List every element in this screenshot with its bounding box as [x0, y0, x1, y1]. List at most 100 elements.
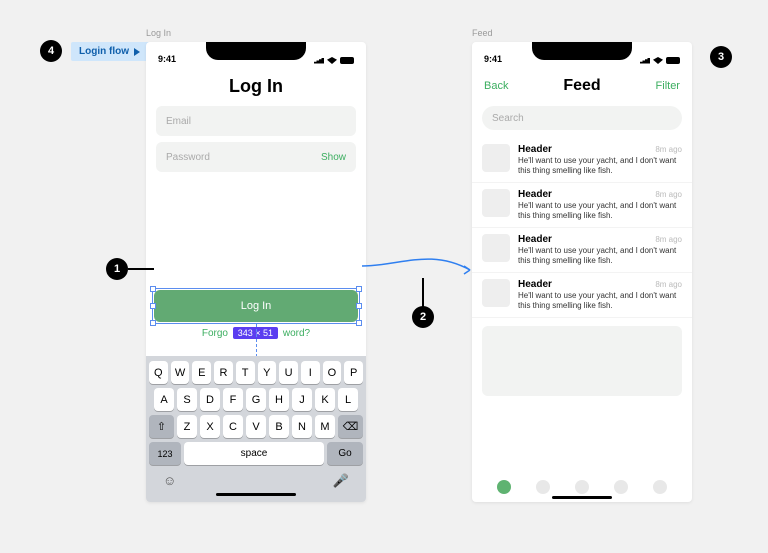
flow-tag[interactable]: Login flow — [71, 42, 150, 61]
tab-dot-4[interactable] — [614, 480, 628, 494]
key-t[interactable]: T — [236, 361, 255, 384]
frame-label-feed: Feed — [472, 28, 493, 38]
key-v[interactable]: V — [246, 415, 266, 438]
numbers-key[interactable]: 123 — [149, 442, 181, 465]
key-w[interactable]: W — [171, 361, 190, 384]
battery-icon — [340, 57, 354, 64]
tab-dot-2[interactable] — [536, 480, 550, 494]
login-button-label: Log In — [241, 300, 272, 312]
forgot-prefix: Forgo — [202, 328, 228, 339]
callout-1: 1 — [106, 258, 128, 280]
callout-4: 4 — [40, 40, 62, 62]
key-r[interactable]: R — [214, 361, 233, 384]
key-n[interactable]: N — [292, 415, 312, 438]
key-b[interactable]: B — [269, 415, 289, 438]
keyboard-row-2: ASDFGHJKL — [149, 388, 363, 411]
tab-bar — [472, 472, 692, 494]
key-u[interactable]: U — [279, 361, 298, 384]
key-e[interactable]: E — [192, 361, 211, 384]
frame-label-login: Log In — [146, 28, 171, 38]
feed-placeholder-card — [482, 326, 682, 396]
key-x[interactable]: X — [200, 415, 220, 438]
mic-icon[interactable]: 🎤 — [333, 473, 349, 489]
login-title: Log In — [229, 76, 283, 97]
feed-item-header: Header — [518, 189, 552, 200]
callout-2: 2 — [412, 306, 434, 328]
feed-search-field[interactable]: Search — [482, 106, 682, 130]
key-c[interactable]: C — [223, 415, 243, 438]
feed-list: Header 8m ago He'll want to use your yacht… — [472, 138, 692, 318]
callout-3: 3 — [710, 46, 732, 68]
key-s[interactable]: S — [177, 388, 197, 411]
status-time: 9:41 — [158, 54, 176, 64]
feed-item-header: Header — [518, 234, 552, 245]
tab-dot-1[interactable] — [497, 480, 511, 494]
battery-icon — [666, 57, 680, 64]
key-o[interactable]: O — [323, 361, 342, 384]
key-l[interactable]: L — [338, 388, 358, 411]
key-q[interactable]: Q — [149, 361, 168, 384]
space-key[interactable]: space — [184, 442, 324, 465]
keyboard-row-3: ⇧ ZXCVBNM ⌫ — [149, 415, 363, 438]
notch — [532, 42, 632, 60]
thumbnail — [482, 189, 510, 217]
resize-handle[interactable] — [150, 286, 156, 292]
status-time: 9:41 — [484, 54, 502, 64]
key-g[interactable]: G — [246, 388, 266, 411]
key-m[interactable]: M — [315, 415, 335, 438]
wifi-icon — [653, 57, 663, 64]
signal-icon — [314, 58, 324, 64]
home-indicator — [552, 496, 612, 499]
resize-handle[interactable] — [356, 286, 362, 292]
resize-handle[interactable] — [356, 320, 362, 326]
shift-key[interactable]: ⇧ — [149, 415, 174, 438]
forgot-suffix: word? — [283, 328, 310, 339]
tab-dot-3[interactable] — [575, 480, 589, 494]
feed-item-time: 8m ago — [655, 235, 682, 244]
feed-item-header: Header — [518, 279, 552, 290]
key-f[interactable]: F — [223, 388, 243, 411]
key-a[interactable]: A — [154, 388, 174, 411]
feed-item[interactable]: Header8m agoHe'll want to use your yacht… — [472, 273, 692, 318]
thumbnail — [482, 279, 510, 307]
key-h[interactable]: H — [269, 388, 289, 411]
signal-icon — [640, 58, 650, 64]
feed-item-time: 8m ago — [655, 190, 682, 199]
tab-dot-5[interactable] — [653, 480, 667, 494]
resize-handle[interactable] — [150, 303, 156, 309]
email-field[interactable]: Email — [156, 106, 356, 136]
login-button[interactable]: Log In — [154, 290, 358, 322]
feed-item-header: Header — [518, 144, 552, 155]
thumbnail — [482, 234, 510, 262]
frame-feed[interactable]: 9:41 Back Feed Filter Search Header8m ag… — [472, 42, 692, 502]
key-j[interactable]: J — [292, 388, 312, 411]
key-z[interactable]: Z — [177, 415, 197, 438]
callout-1-lead — [128, 268, 154, 270]
login-button-layer[interactable]: Log In — [154, 290, 358, 322]
feed-item-body: He'll want to use your yacht, and I don'… — [518, 246, 682, 266]
emoji-icon[interactable]: ☺ — [163, 473, 176, 489]
feed-item[interactable]: Header8m agoHe'll want to use your yacht… — [472, 138, 692, 183]
key-i[interactable]: I — [301, 361, 320, 384]
feed-filter-link[interactable]: Filter — [656, 80, 680, 92]
keyboard: QWERTYUIOP ASDFGHJKL ⇧ ZXCVBNM ⌫ 123 spa… — [146, 356, 366, 502]
resize-handle[interactable] — [150, 320, 156, 326]
frame-login[interactable]: 9:41 Log In Email Password Show Log In — [146, 42, 366, 502]
status-bar: 9:41 — [146, 42, 366, 66]
feed-item[interactable]: Header8m agoHe'll want to use your yacht… — [472, 183, 692, 228]
key-p[interactable]: P — [344, 361, 363, 384]
key-d[interactable]: D — [200, 388, 220, 411]
feed-item[interactable]: Header 8m ago He'll want to use your yacht… — [472, 228, 692, 273]
resize-handle[interactable] — [356, 303, 362, 309]
key-y[interactable]: Y — [258, 361, 277, 384]
key-k[interactable]: K — [315, 388, 335, 411]
password-field[interactable]: Password Show — [156, 142, 356, 172]
feed-item-time: 8m ago — [655, 280, 682, 289]
go-key[interactable]: Go — [327, 442, 363, 465]
backspace-key[interactable]: ⌫ — [338, 415, 363, 438]
home-indicator — [216, 493, 296, 496]
feed-back-link[interactable]: Back — [484, 80, 508, 92]
keyboard-row-1: QWERTYUIOP — [149, 361, 363, 384]
show-password-link[interactable]: Show — [321, 152, 346, 163]
password-placeholder: Password — [166, 152, 210, 163]
